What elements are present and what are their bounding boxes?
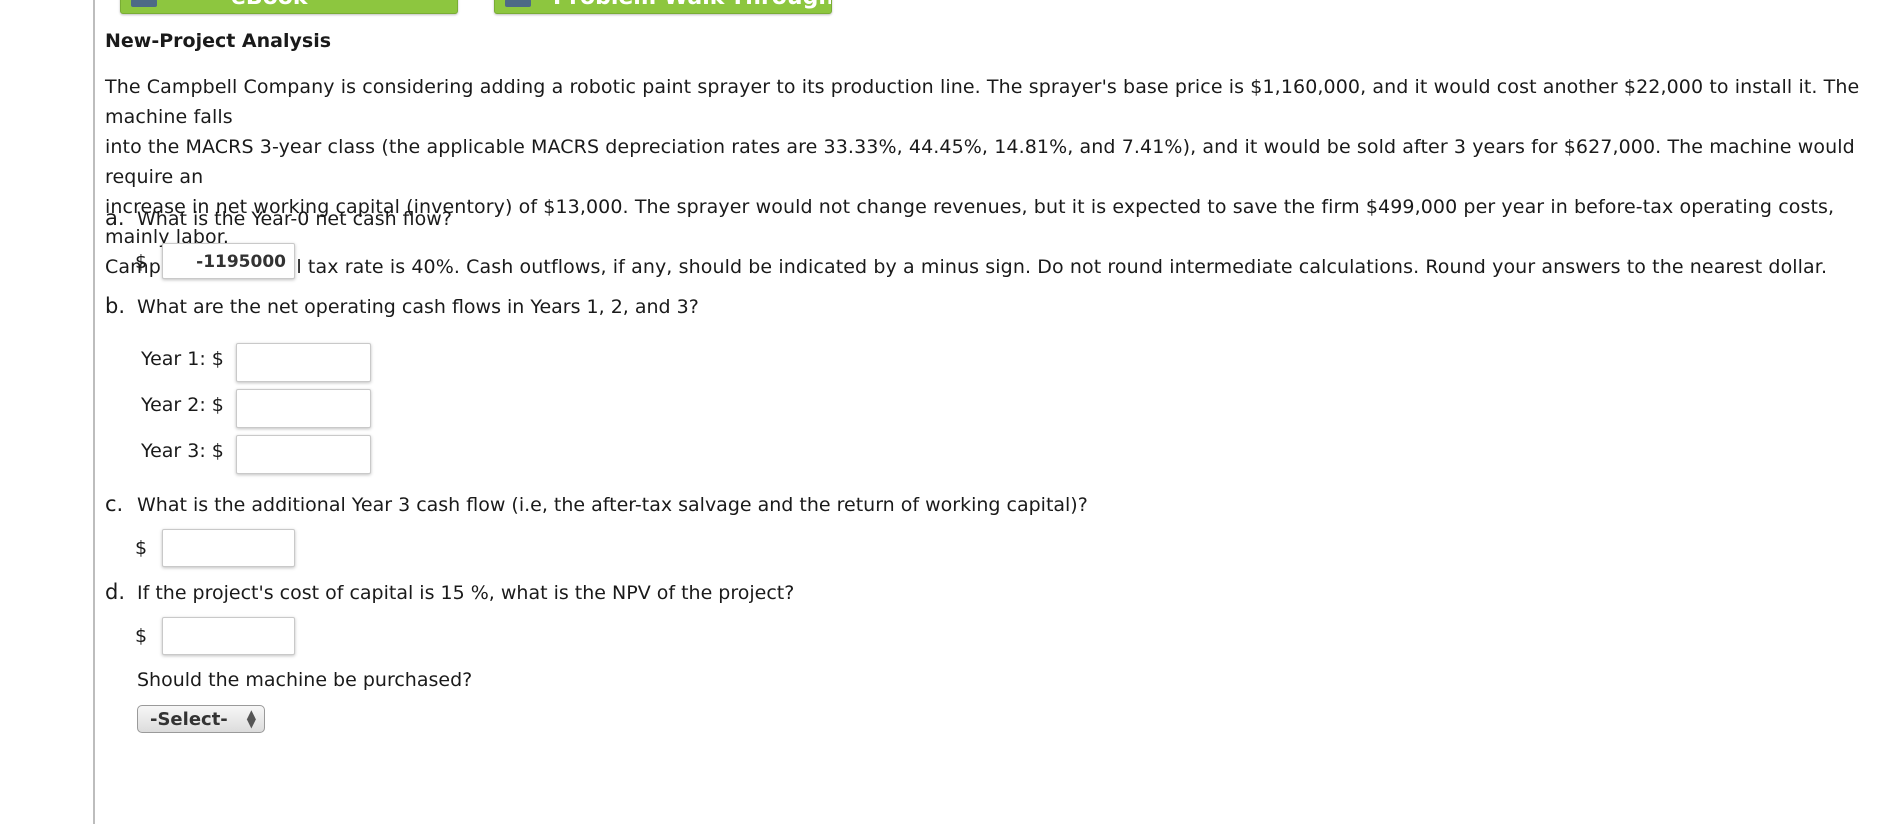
- problem-content: New-Project Analysis The Campbell Compan…: [105, 30, 1880, 282]
- year1-label: Year 1: $: [141, 348, 224, 370]
- book-icon: [131, 0, 157, 7]
- top-toolbar: eBook Problem Walk-Through: [120, 0, 840, 14]
- question-letter: c.: [105, 492, 124, 516]
- input-value: -1195000: [196, 252, 286, 272]
- question-letter: b.: [105, 294, 126, 318]
- year1-cash-flow-input[interactable]: [236, 343, 371, 382]
- dollar-sign: $: [135, 251, 148, 273]
- year3-label: Year 3: $: [141, 440, 224, 462]
- purchase-question: Should the machine be purchased?: [137, 669, 473, 691]
- left-divider: [93, 0, 95, 824]
- question-letter: a.: [105, 206, 125, 230]
- problem-line: The Campbell Company is considering addi…: [105, 76, 1860, 128]
- npv-input[interactable]: [162, 617, 295, 655]
- film-icon: [505, 0, 531, 7]
- walkthrough-button-label: Problem Walk-Through: [553, 0, 831, 10]
- question-text: What is the additional Year 3 cash flow …: [137, 494, 1088, 516]
- question-d: d. If the project's cost of capital is 15…: [105, 580, 794, 604]
- problem-line: into the MACRS 3-year class (the applica…: [105, 136, 1855, 188]
- problem-walkthrough-button[interactable]: Problem Walk-Through: [494, 0, 832, 14]
- question-text: What are the net operating cash flows in…: [137, 296, 699, 318]
- problem-line: Campbell's marginal tax rate is 40%. Cas…: [105, 256, 1828, 278]
- question-letter: d.: [105, 580, 126, 604]
- dollar-sign: $: [135, 537, 148, 559]
- dollar-sign: $: [135, 625, 148, 647]
- question-b: b. What are the net operating cash flows …: [105, 294, 699, 318]
- ebook-button[interactable]: eBook: [120, 0, 458, 14]
- question-text: If the project's cost of capital is 15 %…: [137, 582, 795, 604]
- select-value: -Select-: [150, 709, 228, 730]
- up-down-chevron-icon: ▲ ▼: [246, 707, 256, 730]
- year2-cash-flow-input[interactable]: [236, 389, 371, 428]
- question-c: c. What is the additional Year 3 cash flo…: [105, 492, 1088, 516]
- year3-cash-flow-input[interactable]: [236, 435, 371, 474]
- year2-label: Year 2: $: [141, 394, 224, 416]
- question-text: What is the Year-0 net cash flow?: [137, 208, 452, 230]
- page-title: New-Project Analysis: [105, 30, 332, 52]
- purchase-decision-select[interactable]: -Select- ▲ ▼: [137, 705, 265, 733]
- problem-statement: The Campbell Company is considering addi…: [105, 72, 1880, 282]
- year0-cash-flow-input[interactable]: -1195000: [162, 243, 295, 279]
- ebook-button-label: eBook: [231, 0, 308, 10]
- year3-additional-cash-flow-input[interactable]: [162, 529, 295, 567]
- question-a: a. What is the Year-0 net cash flow?: [105, 206, 452, 230]
